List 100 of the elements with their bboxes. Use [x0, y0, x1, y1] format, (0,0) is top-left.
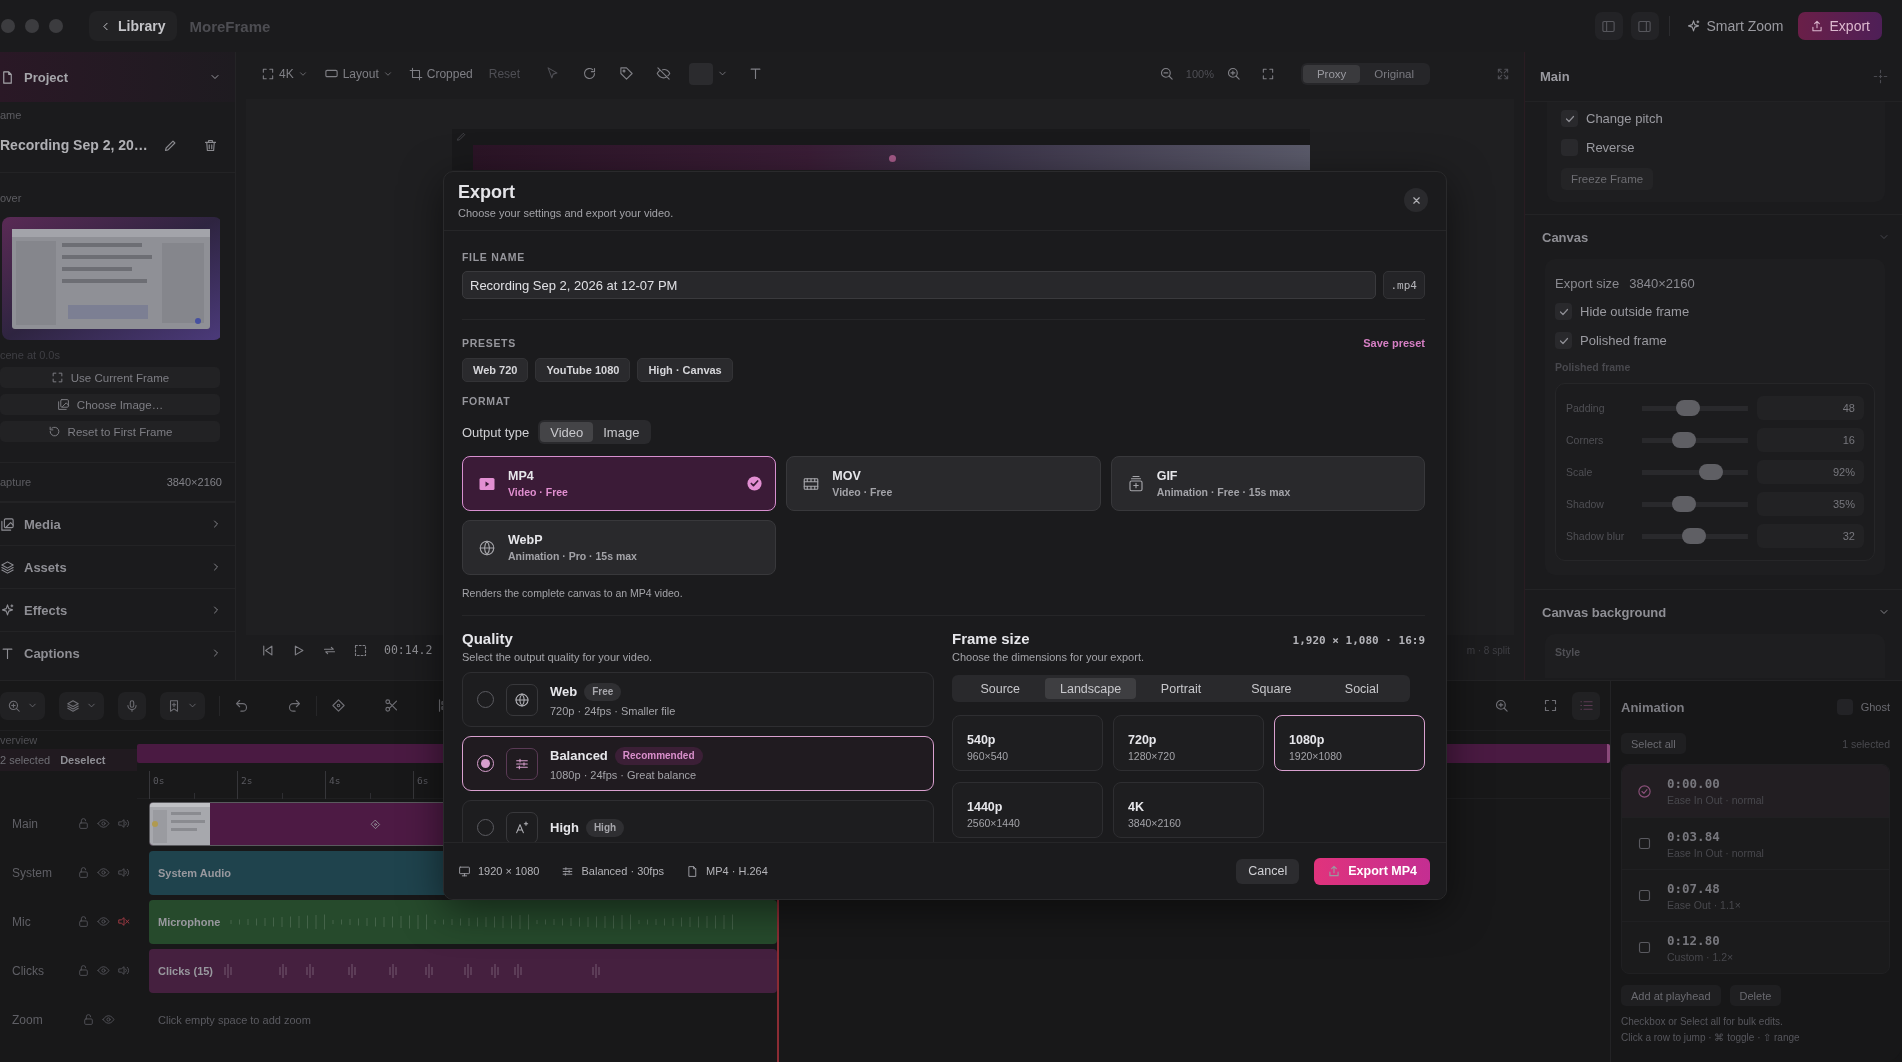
zoom-in-icon[interactable] — [1225, 66, 1241, 81]
speaker-icon[interactable] — [117, 866, 130, 879]
cancel-button[interactable]: Cancel — [1236, 858, 1300, 884]
move-icon[interactable] — [1873, 69, 1888, 84]
slider-thumb[interactable] — [1682, 528, 1707, 544]
close-button[interactable] — [1404, 188, 1428, 212]
format-card[interactable]: GIF Animation · Free · 15s max — [1110, 456, 1425, 511]
slider-thumb[interactable] — [1672, 496, 1697, 512]
section-header[interactable]: Media — [0, 502, 235, 545]
color-picker[interactable] — [689, 62, 729, 85]
value-field[interactable]: 48 — [1756, 396, 1864, 420]
section-header[interactable]: Canvas background — [1525, 590, 1902, 634]
freeze-frame-button[interactable]: Freeze Frame — [1561, 168, 1654, 190]
size-card[interactable]: 1440p 2560×1440 — [952, 782, 1103, 838]
section-header[interactable]: Effects — [0, 588, 235, 631]
output-type-tab[interactable]: Image — [593, 422, 650, 442]
orientation-tab[interactable]: Source — [955, 678, 1046, 699]
marker-dropdown[interactable] — [160, 691, 205, 720]
checkbox[interactable] — [1561, 110, 1578, 127]
export-mp4-button[interactable]: Export MP4 — [1314, 857, 1430, 885]
eye-icon[interactable] — [97, 817, 110, 830]
speaker-icon[interactable] — [117, 964, 130, 977]
audio-clip[interactable]: Microphone — [149, 900, 777, 944]
section-header[interactable]: Assets — [0, 545, 235, 588]
size-card[interactable]: 4K 3840×2160 — [1113, 782, 1264, 838]
slider-thumb[interactable] — [1671, 432, 1696, 448]
redo-icon[interactable] — [287, 698, 302, 713]
add-keyframe-button[interactable]: Add at playhead — [1621, 985, 1721, 1006]
eye-icon[interactable] — [102, 1013, 115, 1026]
preset-chip[interactable]: Web 720 — [462, 358, 529, 382]
value-field[interactable]: 16 — [1756, 428, 1864, 452]
keyframe-icon[interactable] — [331, 698, 346, 713]
window-button[interactable] — [25, 19, 39, 33]
slider-thumb[interactable] — [1698, 464, 1723, 480]
format-card[interactable]: MP4 Video · Free — [462, 456, 777, 511]
layers-dropdown[interactable] — [59, 691, 104, 720]
checkbox[interactable] — [1555, 303, 1572, 320]
size-card[interactable]: 1080p 1920×1080 — [1274, 715, 1425, 771]
save-preset-link[interactable]: Save preset — [1363, 337, 1425, 349]
orientation-tab[interactable]: Square — [1226, 678, 1317, 699]
lock-icon[interactable] — [77, 866, 90, 879]
section-header[interactable]: Canvas — [1525, 215, 1902, 259]
quality-option[interactable]: Balanced Recommended 1080p · 24fps · Great balance — [462, 736, 934, 791]
view-mode-tab[interactable]: Original — [1360, 64, 1428, 83]
export-button[interactable]: Export — [1797, 12, 1882, 40]
speaker-icon[interactable] — [117, 817, 130, 830]
crop-button[interactable]: Cropped — [403, 62, 478, 85]
section-header[interactable]: Captions — [0, 631, 235, 674]
eye-icon[interactable] — [97, 915, 110, 928]
selection-icon[interactable] — [353, 642, 368, 658]
clicks-clip[interactable]: Clicks (15) — [149, 949, 777, 993]
eye-icon[interactable] — [97, 964, 110, 977]
view-mode-tab[interactable]: Proxy — [1302, 64, 1361, 83]
value-field[interactable]: 32 — [1756, 524, 1864, 548]
slider-thumb[interactable] — [1675, 400, 1700, 416]
undo-icon[interactable] — [234, 698, 249, 713]
lock-icon[interactable] — [77, 817, 90, 830]
zoom-dropdown[interactable] — [0, 691, 45, 720]
cover-action-button[interactable]: Use Current Frame — [0, 367, 220, 388]
preset-chip[interactable]: High · Canvas — [637, 358, 733, 382]
fit-icon[interactable] — [1260, 66, 1275, 81]
checkbox[interactable] — [1555, 332, 1572, 349]
inspector-toggle[interactable] — [1630, 12, 1659, 40]
zoom-in-icon[interactable] — [1494, 698, 1509, 713]
fullscreen-icon[interactable] — [1496, 66, 1510, 81]
cover-action-button[interactable]: Choose Image… — [0, 394, 220, 415]
orientation-tab[interactable]: Social — [1316, 678, 1408, 699]
format-card[interactable]: MOV Video · Free — [786, 456, 1101, 511]
scissors-icon[interactable] — [384, 698, 399, 713]
orientation-tab[interactable]: Landscape — [1045, 678, 1136, 699]
value-field[interactable]: 92% — [1756, 460, 1864, 484]
back-button[interactable]: Library — [89, 11, 178, 41]
eye-icon[interactable] — [97, 866, 110, 879]
lock-icon[interactable] — [77, 915, 90, 928]
orientation-tab[interactable]: Portrait — [1135, 678, 1227, 699]
muted-speaker-icon[interactable] — [117, 915, 130, 928]
rotate-icon[interactable] — [582, 66, 598, 81]
file-name-field[interactable]: Recording Sep 2, 2026 at 12-07 PM — [462, 271, 1376, 299]
cover-action-button[interactable]: Reset to First Frame — [0, 421, 220, 442]
value-field[interactable]: 35% — [1756, 492, 1864, 516]
size-card[interactable]: 540p 960×540 — [952, 715, 1103, 771]
tag-icon[interactable] — [619, 66, 635, 81]
window-button[interactable] — [49, 19, 63, 33]
list-toggle[interactable] — [1572, 691, 1600, 720]
record-mic-button[interactable] — [118, 691, 146, 720]
select-all-button[interactable]: Select all — [1621, 733, 1686, 754]
eye-off-icon[interactable] — [656, 66, 672, 81]
format-card[interactable]: WebP Animation · Pro · 15s max — [462, 520, 777, 575]
window-button[interactable] — [1, 19, 15, 33]
size-card[interactable]: 720p 1280×720 — [1113, 715, 1264, 771]
preset-chip[interactable]: YouTube 1080 — [535, 358, 631, 382]
deselect-link[interactable]: Deselect — [60, 754, 106, 766]
smart-zoom-button[interactable]: Smart Zoom — [1679, 18, 1790, 34]
delete-button[interactable]: Delete — [1729, 985, 1782, 1006]
lock-icon[interactable] — [82, 1013, 95, 1026]
sidebar-toggle[interactable] — [1594, 12, 1623, 40]
resolution-dropdown[interactable]: 4K — [256, 62, 313, 85]
project-header[interactable]: Project — [0, 52, 235, 102]
fit-icon[interactable] — [1543, 698, 1558, 713]
layout-dropdown[interactable]: Layout — [318, 62, 398, 85]
